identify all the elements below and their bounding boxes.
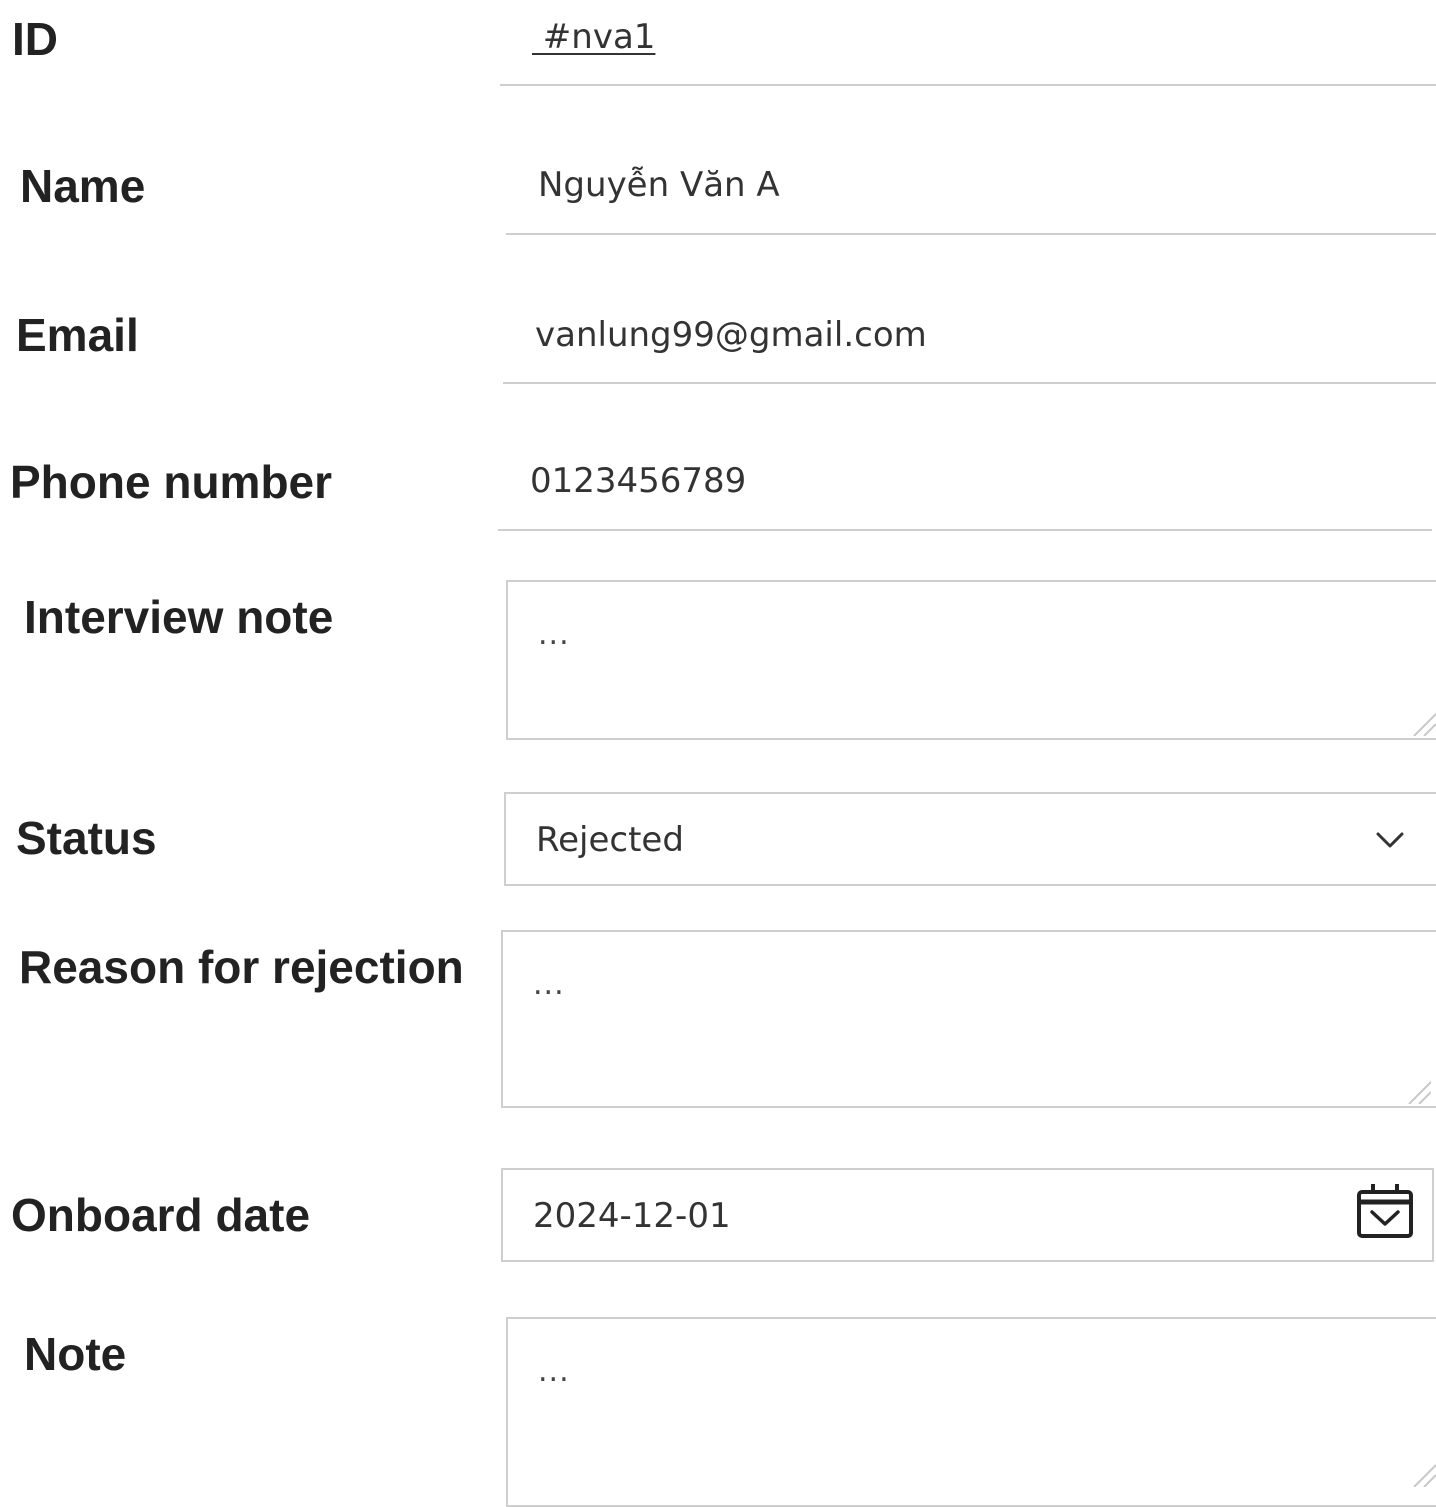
interview-note-label: Interview note [24,591,334,643]
reason-label: Reason for rejection [19,941,464,993]
onboard-date-input[interactable]: 2024-12-01 [501,1168,1434,1262]
resize-handle-icon[interactable] [1410,710,1436,736]
id-label: ID [12,13,58,65]
note-label: Note [24,1328,127,1380]
onboard-date-label: Onboard date [11,1189,311,1241]
onboard-date-value: 2024-12-01 [533,1196,731,1236]
phone-label: Phone number [10,456,333,508]
email-underline [503,382,1436,384]
reason-value: ... [533,967,565,1002]
phone-underline [498,529,1432,531]
name-label: Name [20,160,146,212]
reason-textarea[interactable]: ... [501,930,1436,1108]
phone-input[interactable]: 0123456789 [530,464,746,498]
id-underline [500,84,1436,86]
status-select[interactable]: Rejected [504,792,1436,886]
calendar-icon[interactable] [1355,1182,1415,1240]
chevron-down-icon[interactable] [1374,826,1406,854]
resize-handle-icon[interactable] [1410,1461,1436,1487]
email-input[interactable]: vanlung99@gmail.com [535,318,927,352]
interview-note-textarea[interactable]: ... [506,580,1436,740]
note-value: ... [538,1354,570,1389]
name-input[interactable]: Nguyễn Văn A [538,168,780,202]
status-label: Status [16,812,157,864]
interview-note-value: ... [538,617,570,652]
name-underline [506,233,1436,235]
status-selected-value: Rejected [536,820,684,860]
email-label: Email [16,309,139,361]
resize-handle-icon[interactable] [1405,1078,1431,1104]
id-link[interactable]: #nva1 [532,20,656,54]
note-textarea[interactable]: ... [506,1317,1436,1507]
